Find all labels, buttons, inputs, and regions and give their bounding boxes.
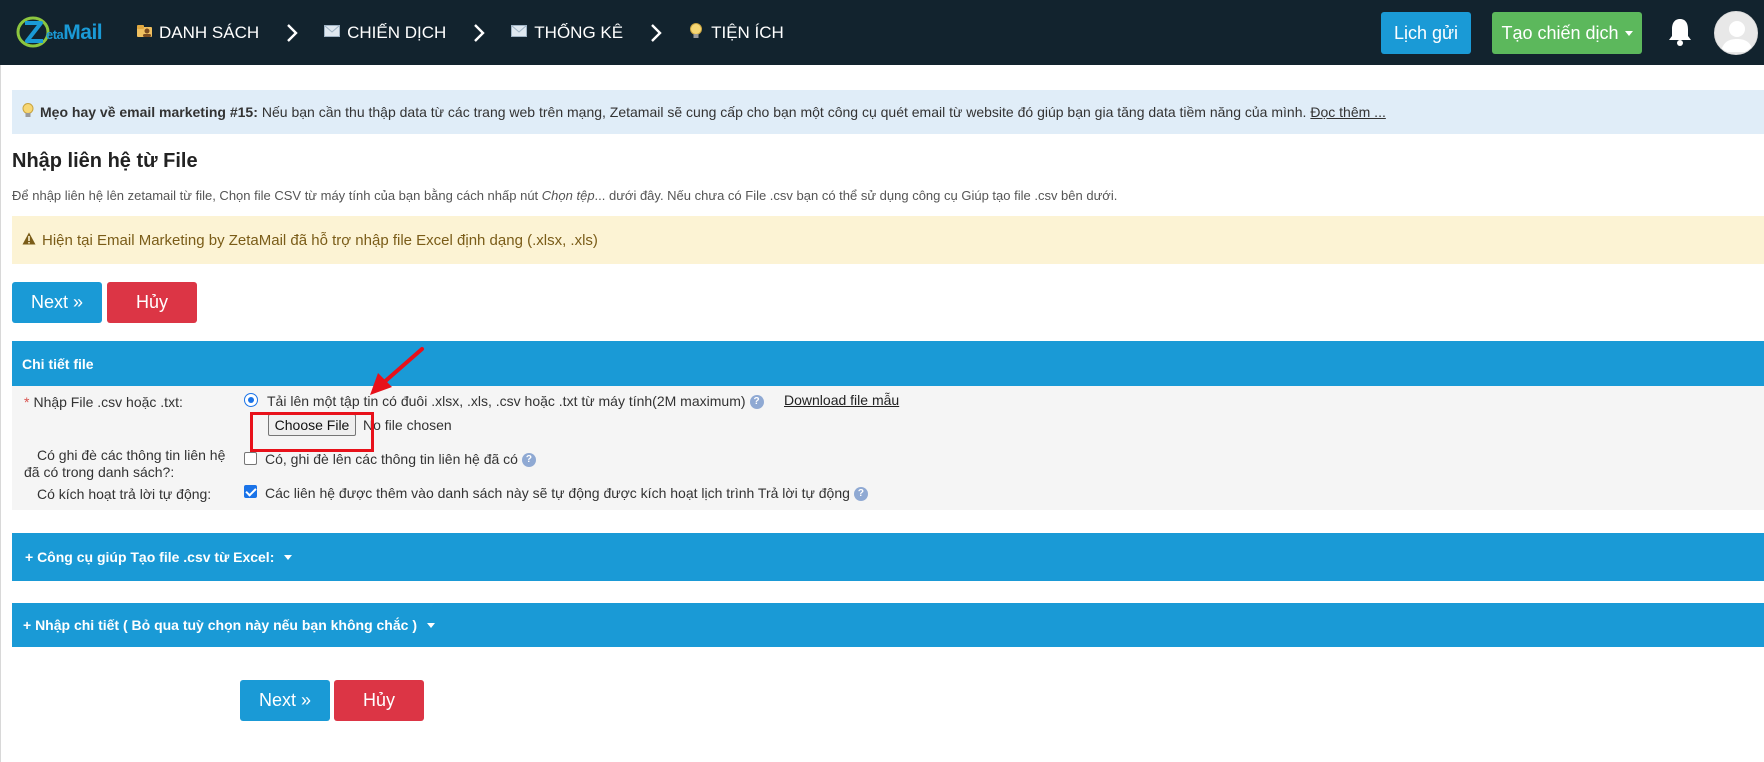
caret-down-icon [1624, 30, 1633, 36]
create-campaign-label: Tạo chiến dịch [1501, 22, 1619, 43]
autoresponder-label: Có kích hoạt trả lời tự động: [37, 486, 212, 502]
read-more-link[interactable]: Đọc thêm ... [1310, 104, 1385, 120]
upload-radio[interactable] [244, 393, 258, 407]
page-title: Nhập liên hệ từ File [12, 150, 198, 172]
choose-file-button[interactable]: Choose File [268, 414, 356, 436]
warning-icon [22, 232, 36, 248]
envelope-icon [323, 24, 341, 41]
zetamail-logo-mark [16, 16, 50, 48]
tip-text: Nếu bạn cần thu thập data từ các trang w… [261, 104, 1307, 120]
advanced-import-header[interactable]: + Nhập chi tiết ( Bỏ qua tuỳ chọn này nế… [12, 603, 1764, 647]
nav-tien-ich-label: TIỆN ÍCH [711, 22, 784, 42]
folder-user-icon [135, 23, 153, 42]
warning-text: Hiện tại Email Marketing by ZetaMail đã … [42, 231, 598, 249]
nav-chien-dich-label: CHIẾN DỊCH [347, 22, 447, 42]
autoresponder-option-text: Các liên hệ được thêm vào danh sách này … [265, 485, 868, 502]
no-file-text: No file chosen [363, 417, 452, 433]
cancel-button-bottom[interactable]: Hủy [334, 680, 424, 721]
content-border [0, 65, 1, 762]
overwrite-checkbox[interactable] [244, 452, 257, 465]
chevron-right-icon [287, 23, 298, 42]
autoresponder-checkbox[interactable] [244, 485, 257, 498]
nav-danh-sach-label: DANH SÁCH [159, 22, 260, 42]
lightbulb-icon [22, 103, 34, 121]
top-navbar: etaMail DANH SÁCH CHIẾN DỊCH THỐNG KÊ TI… [0, 0, 1764, 65]
import-file-label: * Nhập File .csv hoặc .txt: [24, 394, 183, 410]
tip-banner: Mẹo hay về email marketing #15: Nếu bạn … [12, 90, 1764, 134]
cancel-button-top[interactable]: Hủy [107, 282, 197, 323]
nav-chien-dich[interactable]: CHIẾN DỊCH [323, 23, 446, 43]
overwrite-label: Có ghi đè các thông tin liên hệ đã có tro… [24, 447, 226, 480]
page-description: Để nhập liên hệ lên zetamail từ file, Ch… [12, 188, 1118, 203]
csv-tool-header[interactable]: + Công cụ giúp Tạo file .csv từ Excel: [12, 533, 1764, 581]
nav-thong-ke[interactable]: THỐNG KÊ [510, 23, 623, 43]
chevron-right-icon [474, 23, 485, 42]
help-icon[interactable]: ? [521, 453, 536, 468]
caret-down-icon [284, 554, 293, 560]
next-button-top[interactable]: Next » [12, 282, 102, 323]
caret-down-icon [426, 622, 435, 628]
bell-icon[interactable] [1665, 16, 1695, 48]
next-button-bottom[interactable]: Next » [240, 680, 330, 721]
avatar[interactable] [1714, 11, 1758, 55]
zetamail-logo[interactable]: etaMail [16, 12, 120, 54]
nav-danh-sach[interactable]: DANH SÁCH [135, 23, 259, 43]
help-icon[interactable]: ? [749, 395, 764, 410]
download-sample-link[interactable]: Download file mẫu [784, 392, 899, 408]
overwrite-option-text: Có, ghi đè lên các thông tin liên hệ đã … [265, 451, 536, 468]
nav-thong-ke-label: THỐNG KÊ [534, 22, 624, 42]
logo-text: etaMail [46, 21, 103, 44]
chevron-right-icon [651, 23, 662, 42]
lightbulb-icon [687, 22, 705, 43]
envelope-icon [510, 24, 528, 41]
create-campaign-dropdown[interactable]: Tạo chiến dịch [1492, 12, 1642, 54]
file-details-header: Chi tiết file [12, 341, 1764, 386]
schedule-button[interactable]: Lịch gửi [1381, 12, 1471, 54]
help-icon[interactable]: ? [853, 487, 868, 502]
main-nav: DANH SÁCH CHIẾN DỊCH THỐNG KÊ TIỆN ÍCH [135, 0, 784, 65]
upload-option-text: Tải lên một tập tin có đuôi .xlsx, .xls,… [267, 393, 764, 410]
user-silhouette-icon [1721, 21, 1753, 52]
excel-support-notice: Hiện tại Email Marketing by ZetaMail đã … [12, 216, 1764, 264]
nav-tien-ich[interactable]: TIỆN ÍCH [687, 22, 784, 43]
tip-title: Mẹo hay về email marketing #15: [40, 104, 258, 120]
